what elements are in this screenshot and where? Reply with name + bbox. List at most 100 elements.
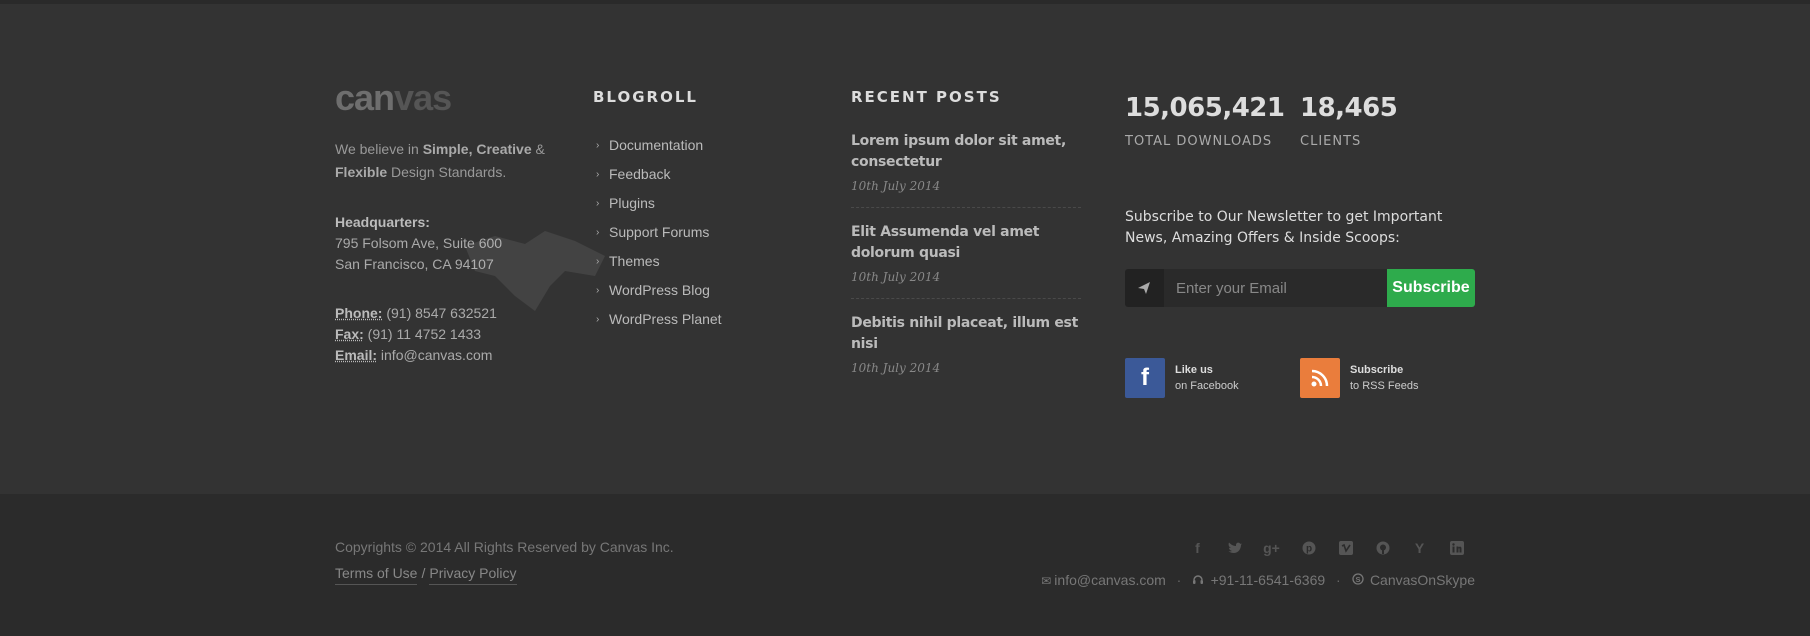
- tagline-strong-2: Flexible: [335, 164, 388, 180]
- counter-label: TOTAL DOWNLOADS: [1125, 134, 1273, 149]
- blogroll-item-label: Support Forums: [609, 224, 710, 240]
- tagline: We believe in Simple, Creative & Flexibl…: [335, 138, 565, 184]
- tagline-strong-1: Simple, Creative: [422, 141, 532, 157]
- tagline-mid: &: [531, 141, 545, 157]
- counter-downloads: 15,065,421 TOTAL DOWNLOADS: [1125, 88, 1300, 149]
- blogroll-item-label: Feedback: [609, 166, 671, 182]
- blogroll-item[interactable]: › Plugins: [593, 189, 813, 218]
- rss-icon: [1300, 358, 1340, 398]
- chevron-right-icon: ›: [596, 256, 600, 267]
- blogroll-item-label: WordPress Planet: [609, 311, 722, 327]
- twitter-icon[interactable]: [1216, 538, 1253, 558]
- chevron-right-icon: ›: [596, 285, 600, 296]
- recent-posts-title: RECENT POSTS: [851, 88, 1002, 106]
- post-title[interactable]: Debitis nihil placeat, illum est nisi: [851, 313, 1081, 355]
- blogroll-list: › Documentation › Feedback › Plugins › Suppo…: [593, 131, 813, 334]
- footer-contact-block: f g+ p Y ✉ info@canvas.com · +91-11-6541…: [975, 538, 1475, 588]
- newsletter-text: Subscribe to Our Newsletter to get Impor…: [1125, 209, 1443, 246]
- blogroll-item-label: WordPress Blog: [609, 282, 710, 298]
- recent-posts-widget: RECENT POSTS Lorem ipsum dolor sit amet,…: [851, 88, 1081, 389]
- post-date: 10th July 2014: [851, 270, 941, 284]
- address-block: Headquarters: 795 Folsom Ave, Suite 600 …: [335, 212, 605, 311]
- privacy-link[interactable]: Privacy Policy: [429, 565, 517, 585]
- facebook-widget[interactable]: f Like us on Facebook: [1125, 358, 1300, 398]
- facebook-icon: f: [1125, 358, 1165, 398]
- legal-links: Terms of Use / Privacy Policy: [335, 565, 674, 585]
- post-item: Debitis nihil placeat, illum est nisi 10…: [851, 299, 1081, 389]
- footer-contact-line: ✉ info@canvas.com · +91-11-6541-6369 · S …: [975, 572, 1475, 588]
- email-line: Email: info@canvas.com: [335, 345, 565, 366]
- rss-line-1: Subscribe: [1350, 364, 1404, 376]
- subscribe-form: Subscribe: [1125, 269, 1475, 307]
- about-widget: canvas We believe in Simple, Creative & …: [335, 80, 605, 366]
- skype-icon: S: [1351, 573, 1367, 588]
- blogroll-item[interactable]: › Support Forums: [593, 218, 813, 247]
- pinterest-icon[interactable]: p: [1290, 538, 1327, 558]
- counter-value: 15,065,421: [1125, 93, 1285, 123]
- blogroll-title: BLOGROLL: [593, 88, 698, 106]
- blogroll-item-label: Plugins: [609, 195, 655, 211]
- post-title[interactable]: Elit Assumenda vel amet dolorum quasi: [851, 222, 1081, 264]
- linkedin-icon[interactable]: [1438, 538, 1475, 558]
- email-value[interactable]: info@canvas.com: [377, 347, 493, 363]
- blogroll-item[interactable]: › Feedback: [593, 160, 813, 189]
- chevron-right-icon: ›: [596, 314, 600, 325]
- subscribe-button[interactable]: Subscribe: [1386, 269, 1475, 307]
- counters: 15,065,421 TOTAL DOWNLOADS 18,465 CLIENT…: [1125, 88, 1475, 149]
- terms-link[interactable]: Terms of Use: [335, 565, 418, 585]
- svg-text:S: S: [1355, 575, 1360, 584]
- post-item: Elit Assumenda vel amet dolorum quasi 10…: [851, 208, 1081, 299]
- footer-social-icons: f g+ p Y: [975, 538, 1475, 558]
- chevron-right-icon: ›: [596, 169, 600, 180]
- footer-logo[interactable]: canvas: [335, 80, 565, 116]
- fax-label: Fax:: [335, 326, 364, 342]
- footer-email[interactable]: info@canvas.com: [1054, 572, 1165, 588]
- email-input[interactable]: [1163, 269, 1387, 307]
- rss-widget-text: Subscribe to RSS Feeds: [1350, 362, 1418, 394]
- chevron-right-icon: ›: [596, 227, 600, 238]
- rss-widget[interactable]: Subscribe to RSS Feeds: [1300, 358, 1475, 398]
- blogroll-item[interactable]: › Documentation: [593, 131, 813, 160]
- github-icon[interactable]: [1364, 538, 1401, 558]
- facebook-line-2: on Facebook: [1175, 380, 1239, 392]
- blogroll-item-label: Themes: [609, 253, 660, 269]
- tagline-suffix: Design Standards.: [387, 164, 507, 180]
- footer-widgets: canvas We believe in Simple, Creative & …: [0, 4, 1810, 494]
- fax-line: Fax: (91) 11 4752 1433: [335, 324, 565, 345]
- paper-plane-icon: [1125, 269, 1164, 307]
- yahoo-icon[interactable]: Y: [1401, 538, 1438, 558]
- social-widgets: f Like us on Facebook Subscribe to RSS F…: [1125, 358, 1475, 398]
- facebook-icon[interactable]: f: [1179, 538, 1216, 558]
- blogroll-item[interactable]: › WordPress Blog: [593, 276, 813, 305]
- counter-clients: 18,465 CLIENTS: [1300, 88, 1475, 149]
- svg-text:p: p: [1305, 544, 1311, 555]
- footer-phone[interactable]: +91-11-6541-6369: [1211, 572, 1326, 588]
- phone-label: Phone:: [335, 305, 383, 321]
- facebook-line-1: Like us: [1175, 364, 1213, 376]
- post-date: 10th July 2014: [851, 179, 941, 193]
- blogroll-item[interactable]: › WordPress Planet: [593, 305, 813, 334]
- footer-skype[interactable]: CanvasOnSkype: [1370, 572, 1475, 588]
- fax-value: (91) 11 4752 1433: [363, 326, 482, 342]
- world-map-icon: [465, 231, 605, 311]
- post-date: 10th July 2014: [851, 361, 941, 375]
- stats-newsletter-widget: 15,065,421 TOTAL DOWNLOADS 18,465 CLIENT…: [1125, 88, 1475, 398]
- vimeo-icon[interactable]: [1327, 538, 1364, 558]
- email-label: Email:: [335, 347, 378, 363]
- chevron-right-icon: ›: [596, 140, 600, 151]
- blogroll-item-label: Documentation: [609, 137, 704, 153]
- tagline-prefix: We believe in: [335, 141, 423, 157]
- post-item: Lorem ipsum dolor sit amet, consectetur …: [851, 131, 1081, 208]
- logo-text-bold: can: [335, 77, 395, 118]
- copyrights-bar: Copyrights © 2014 All Rights Reserved by…: [0, 494, 1810, 636]
- contact-separator: ·: [1336, 572, 1341, 588]
- blogroll-item[interactable]: › Themes: [593, 247, 813, 276]
- google-plus-icon[interactable]: g+: [1253, 538, 1290, 558]
- post-title[interactable]: Lorem ipsum dolor sit amet, consectetur: [851, 131, 1081, 173]
- link-separator: /: [421, 565, 426, 581]
- counter-label: CLIENTS: [1300, 134, 1362, 149]
- copyright-text: Copyrights © 2014 All Rights Reserved by…: [335, 539, 674, 555]
- copyright-block: Copyrights © 2014 All Rights Reserved by…: [335, 539, 674, 585]
- rss-line-2: to RSS Feeds: [1350, 380, 1419, 392]
- contact-separator: ·: [1176, 572, 1182, 588]
